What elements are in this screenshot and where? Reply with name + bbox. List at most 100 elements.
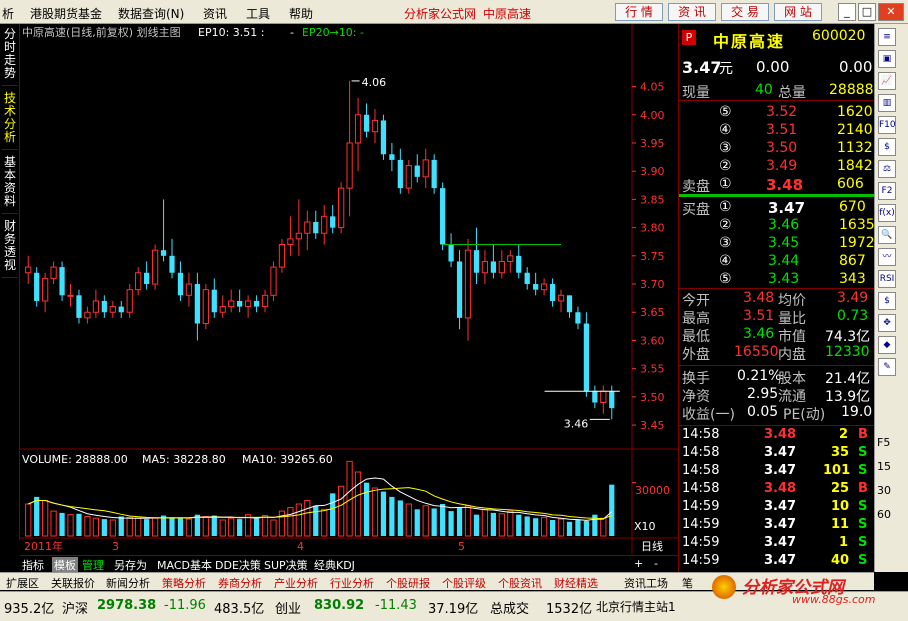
period-shortcut[interactable]: 15 bbox=[877, 460, 891, 473]
formula-icon[interactable]: f(x) bbox=[878, 204, 896, 222]
tab-technical-analysis[interactable]: 技术分析 bbox=[2, 90, 18, 150]
tick-volume: 10 bbox=[831, 499, 850, 514]
volume-bar bbox=[371, 487, 379, 537]
stat2-value: 13.9亿 bbox=[825, 389, 871, 405]
indicator-tab[interactable]: 经典KDJ bbox=[314, 557, 355, 573]
volume-bar bbox=[144, 519, 150, 536]
volume-bar bbox=[228, 517, 235, 537]
indicator-tab[interactable]: MACD基本 bbox=[157, 557, 212, 573]
period-shortcut[interactable]: F5 bbox=[877, 436, 890, 449]
f2-icon[interactable]: F2 bbox=[878, 182, 896, 200]
ask-row[interactable]: ② 3.49 1842 bbox=[679, 158, 875, 175]
menu-item-tools[interactable]: 工具 bbox=[246, 5, 270, 22]
list-icon[interactable]: ≡ bbox=[878, 28, 896, 46]
bid-row[interactable]: 买盘 ① 3.47 670 bbox=[679, 199, 875, 218]
pencil-icon[interactable]: ✎ bbox=[878, 358, 896, 376]
dollar-icon[interactable]: $ bbox=[878, 292, 896, 310]
stat2-label: 流通 bbox=[778, 389, 806, 405]
balance-icon[interactable]: ⚖ bbox=[878, 160, 896, 178]
info-tab[interactable]: 资讯工场 bbox=[622, 575, 670, 591]
info-tab[interactable]: 行业分析 bbox=[328, 575, 376, 591]
volume-row: 现量 40 总量 28888 bbox=[679, 82, 875, 101]
ask-row[interactable]: ⑤ 3.52 1620 bbox=[679, 104, 875, 121]
bid-row[interactable]: ③ 3.45 1972 bbox=[679, 235, 875, 252]
ask-row[interactable]: ④ 3.51 2140 bbox=[679, 122, 875, 139]
info-tab[interactable]: 个股研报 bbox=[384, 575, 432, 591]
maximize-icon[interactable]: □ bbox=[858, 3, 876, 21]
top-button-news[interactable]: 资 讯 bbox=[668, 3, 716, 21]
menu-item-analysis[interactable]: 析 bbox=[2, 5, 14, 22]
info-tab[interactable]: 个股资讯 bbox=[496, 575, 544, 591]
window-icon[interactable]: ▣ bbox=[878, 50, 896, 68]
candle-body bbox=[211, 289, 217, 313]
indicator-tab[interactable]: SUP决策 bbox=[264, 557, 308, 573]
bid-row[interactable]: ④ 3.44 867 bbox=[679, 253, 875, 270]
minimize-icon[interactable]: _ bbox=[838, 3, 856, 21]
volume-bar bbox=[566, 521, 573, 536]
volume-bar bbox=[363, 482, 370, 536]
indicator-tab[interactable]: 另存为 bbox=[114, 557, 147, 573]
menu-item-hk-futures[interactable]: 港股期货基金 bbox=[30, 5, 102, 22]
period-shortcut[interactable]: 60 bbox=[877, 508, 891, 521]
info-tab[interactable]: 新闻分析 bbox=[104, 575, 152, 591]
volume-bar bbox=[524, 516, 530, 536]
top-button-trade[interactable]: 交 易 bbox=[721, 3, 769, 21]
zoom-in-button[interactable]: + bbox=[634, 557, 643, 570]
info-tab[interactable]: 产业分析 bbox=[272, 575, 320, 591]
indicator-tab[interactable]: DDE决策 bbox=[215, 557, 261, 573]
menu-item-news[interactable]: 资讯 bbox=[203, 5, 227, 22]
info-tab[interactable]: 个股评级 bbox=[440, 575, 488, 591]
money-icon[interactable]: $ bbox=[878, 138, 896, 156]
info-tab[interactable]: 笔 bbox=[680, 575, 695, 591]
bar-chart-icon[interactable]: ▥ bbox=[878, 94, 896, 112]
top-button-quotes[interactable]: 行 情 bbox=[615, 3, 663, 21]
menu-item-help[interactable]: 帮助 bbox=[289, 5, 313, 22]
bid-row[interactable]: ⑤ 3.43 343 bbox=[679, 271, 875, 288]
top-button-website[interactable]: 网 站 bbox=[774, 3, 822, 21]
info-tab[interactable]: 券商分析 bbox=[216, 575, 264, 591]
ask-row[interactable]: ③ 3.50 1132 bbox=[679, 140, 875, 157]
volume-bar bbox=[557, 518, 565, 537]
tab-financials[interactable]: 财务透视 bbox=[2, 218, 18, 278]
tick-time: 14:58 bbox=[682, 463, 720, 478]
search-icon[interactable]: 🔍 bbox=[878, 226, 896, 244]
volume-bar bbox=[533, 518, 539, 536]
info-tab[interactable]: 财经精选 bbox=[552, 575, 600, 591]
volume-bar bbox=[330, 493, 336, 536]
status-amount-1: 935.2亿 bbox=[4, 602, 55, 617]
indicator-tab[interactable]: 模板 bbox=[52, 557, 78, 573]
kline-chart[interactable]: 中原高速(日线,前复权) 划线主图 EP10: 3.51 : - EP20→10… bbox=[20, 24, 678, 555]
period-label[interactable]: 日线 bbox=[641, 539, 663, 553]
ask-row[interactable]: 卖盘 ① 3.48 606 bbox=[679, 176, 875, 195]
f10-icon[interactable]: F10 bbox=[878, 116, 896, 134]
candle-body bbox=[380, 120, 387, 155]
candle-body bbox=[363, 114, 370, 132]
wave-icon[interactable]: 〰 bbox=[878, 248, 896, 266]
tick-volume: 101 bbox=[823, 463, 851, 478]
indicator-tab[interactable]: 管理 bbox=[82, 557, 104, 573]
info-tab[interactable]: 策略分析 bbox=[160, 575, 208, 591]
stat2-value: 0.05 bbox=[747, 404, 779, 420]
bid-price: 3.44 bbox=[768, 253, 800, 269]
info-tab[interactable]: 关联报价 bbox=[49, 575, 97, 591]
indicator-tab[interactable]: 指标 bbox=[22, 557, 44, 573]
tab-intraday[interactable]: 分时走势 bbox=[2, 26, 18, 86]
info-tab[interactable]: 扩展区 bbox=[4, 575, 41, 591]
rsi-icon[interactable]: RSI bbox=[878, 270, 896, 288]
period-shortcut[interactable]: 30 bbox=[877, 484, 891, 497]
tab-fundamentals[interactable]: 基本资料 bbox=[2, 154, 18, 214]
menu-item-data-query[interactable]: 数据查询(N) bbox=[118, 5, 184, 22]
zoom-out-button[interactable]: - bbox=[654, 557, 658, 570]
close-icon[interactable]: ✕ bbox=[878, 3, 904, 21]
volume-bar bbox=[84, 515, 91, 537]
candle-body bbox=[473, 250, 480, 273]
bid-row[interactable]: ② 3.46 1635 bbox=[679, 217, 875, 234]
diamond-icon[interactable]: ◆ bbox=[878, 336, 896, 354]
line-chart-icon[interactable]: 📈 bbox=[878, 72, 896, 90]
volume-bar bbox=[59, 512, 65, 536]
volume-bar bbox=[498, 513, 505, 537]
move-icon[interactable]: ✥ bbox=[878, 314, 896, 332]
volume-bar bbox=[50, 510, 57, 537]
watermark-logo: 分析家公式网 www.88gs.com bbox=[712, 573, 908, 606]
status-server[interactable]: 北京行情主站1 bbox=[596, 598, 676, 615]
